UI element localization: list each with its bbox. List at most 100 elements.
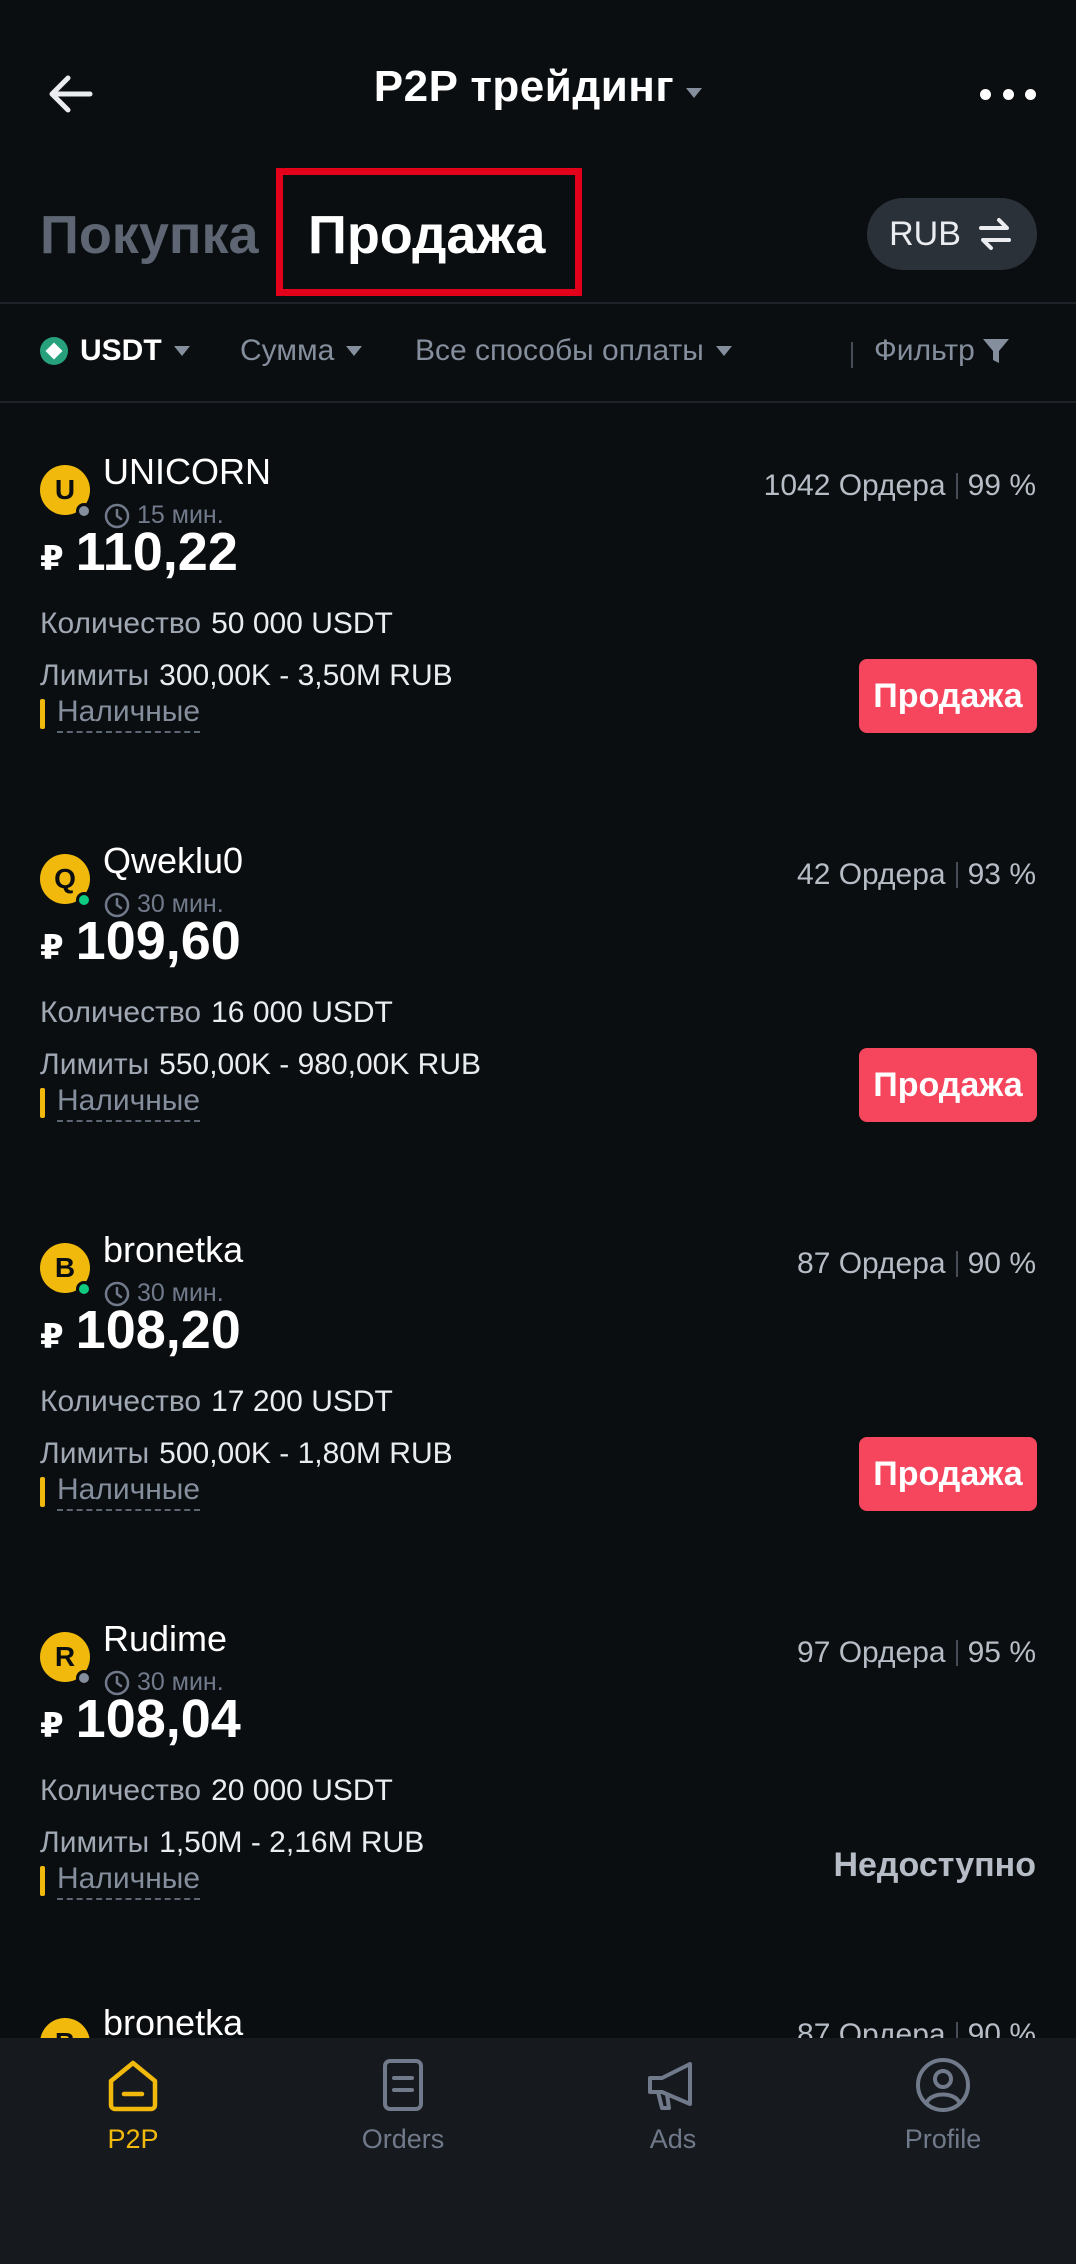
sell-button[interactable]: Продажа [859, 1437, 1037, 1511]
orders-icon [383, 2059, 423, 2111]
chevron-down-icon [346, 346, 363, 356]
quantity-row: Количество 20 000 USDT [40, 1774, 393, 1808]
quantity-label: Количество [40, 996, 202, 1029]
quantity-row: Количество 16 000 USDT [40, 996, 393, 1030]
quantity-value: 16 000 USDT [211, 996, 393, 1029]
limits-label: Лимиты [40, 659, 150, 692]
payment-method-text: Наличные [57, 695, 201, 733]
bottom-navigation: P2P Orders Ads Profile [0, 2038, 1076, 2264]
filter-bar: USDT Сумма Все способы оплаты Фильтр [0, 304, 1076, 402]
online-status-dot [76, 503, 92, 519]
avatar[interactable]: B [40, 2018, 90, 2040]
home-icon [108, 2060, 158, 2112]
order-count: 97 Ордера [797, 1636, 946, 1669]
nav-profile[interactable]: Profile [843, 2054, 1043, 2155]
chevron-down-icon [686, 87, 703, 98]
more-options-icon[interactable] [980, 80, 1036, 108]
ad-item: Q Qweklu0 30 мин. 42 Ордера 93 % ₽ 109,60… [0, 802, 1076, 1191]
limits-value: 500,00K - 1,80M RUB [159, 1437, 453, 1470]
limits-row: Лимиты 500,00K - 1,80M RUB [40, 1437, 453, 1471]
limits-row: Лимиты 300,00K - 3,50M RUB [40, 659, 453, 693]
limits-label: Лимиты [40, 1826, 150, 1859]
amount-selector[interactable]: Сумма [240, 334, 363, 368]
ruble-sign: ₽ [40, 540, 64, 578]
nav-ads[interactable]: Ads [573, 2054, 773, 2155]
app-header: P2P трейдинг [0, 0, 1076, 190]
order-count: 42 Ордера [797, 858, 946, 891]
funnel-icon [982, 339, 1009, 363]
payment-label: Все способы оплаты [415, 334, 704, 367]
payment-method-text: Наличные [57, 1862, 201, 1900]
payment-method: Наличные [40, 1862, 201, 1900]
ruble-sign: ₽ [40, 929, 64, 967]
chevron-down-icon [715, 346, 732, 356]
quantity-value: 20 000 USDT [211, 1774, 393, 1807]
price: 108,04 [75, 1689, 241, 1749]
merchant-name[interactable]: UNICORN [103, 451, 271, 493]
quantity-label: Количество [40, 1774, 202, 1807]
online-status-dot [76, 892, 92, 908]
sell-button[interactable]: Продажа [859, 659, 1037, 733]
fiat-label: RUB [889, 214, 961, 253]
online-status-dot [76, 1281, 92, 1297]
nav-label: Orders [361, 2124, 445, 2154]
quantity-row: Количество 17 200 USDT [40, 1385, 393, 1419]
filter-label: Фильтр [874, 334, 975, 367]
price-row: ₽ 109,60 [40, 910, 241, 972]
limits-row: Лимиты 1,50M - 2,16M RUB [40, 1826, 424, 1860]
payment-method: Наличные [40, 695, 201, 733]
ad-item: R Rudime 30 мин. 97 Ордера 95 % ₽ 108,04 … [0, 1580, 1076, 1969]
divider [0, 401, 1076, 403]
coin-label: USDT [80, 334, 162, 367]
amount-label: Сумма [240, 334, 335, 367]
sell-button[interactable]: Продажа [859, 1048, 1037, 1122]
quantity-label: Количество [40, 607, 202, 640]
completion-rate: 95 % [967, 1636, 1036, 1669]
quantity-value: 50 000 USDT [211, 607, 393, 640]
price: 108,20 [75, 1300, 241, 1360]
title-selector[interactable]: P2P трейдинг [0, 62, 1076, 112]
completion-rate: 99 % [967, 469, 1036, 502]
unavailable-status: Недоступно [833, 1846, 1036, 1884]
merchant-name[interactable]: bronetka [103, 2002, 243, 2040]
swap-icon [978, 218, 1011, 250]
tab-sell[interactable]: Продажа [308, 204, 545, 266]
megaphone-icon [648, 2062, 692, 2110]
chevron-down-icon [173, 346, 190, 356]
merchant-name[interactable]: Rudime [103, 1618, 227, 1660]
order-count: 87 Ордера [797, 1247, 946, 1280]
quantity-row: Количество 50 000 USDT [40, 607, 393, 641]
fiat-switch-button[interactable]: RUB [867, 198, 1037, 270]
merchant-name[interactable]: Qweklu0 [103, 840, 243, 882]
ad-item-partial: B bronetka 87 Ордера 90 % [0, 1990, 1076, 2040]
nav-label: Ads [649, 2124, 697, 2154]
price-row: ₽ 108,20 [40, 1299, 241, 1361]
tab-buy[interactable]: Покупка [40, 204, 259, 266]
ad-item: B bronetka 30 мин. 87 Ордера 90 % ₽ 108,2… [0, 1191, 1076, 1580]
page-title: P2P трейдинг [373, 62, 675, 111]
order-count: 1042 Ордера [763, 469, 946, 502]
merchant-stats: 87 Ордера 90 % [797, 2018, 1036, 2040]
online-status-dot [76, 1670, 92, 1686]
merchant-stats: 42 Ордера 93 % [797, 858, 1036, 892]
merchant-stats: 1042 Ордера 99 % [764, 469, 1036, 503]
ruble-sign: ₽ [40, 1707, 64, 1745]
merchant-stats: 97 Ордера 95 % [797, 1636, 1036, 1670]
limits-value: 1,50M - 2,16M RUB [159, 1826, 425, 1859]
profile-icon [916, 2058, 970, 2112]
payment-method-selector[interactable]: Все способы оплаты [415, 334, 732, 368]
nav-p2p[interactable]: P2P [33, 2054, 233, 2155]
limits-label: Лимиты [40, 1437, 150, 1470]
completion-rate: 90 % [967, 2018, 1036, 2040]
limits-value: 300,00K - 3,50M RUB [159, 659, 453, 692]
filter-button[interactable]: Фильтр [874, 334, 1011, 368]
limits-row: Лимиты 550,00K - 980,00K RUB [40, 1048, 481, 1082]
quantity-value: 17 200 USDT [211, 1385, 393, 1418]
price: 110,22 [75, 522, 238, 582]
order-count: 87 Ордера [797, 2018, 946, 2040]
merchant-name[interactable]: bronetka [103, 1229, 243, 1271]
coin-selector[interactable]: USDT [40, 334, 190, 368]
nav-orders[interactable]: Orders [303, 2054, 503, 2155]
nav-label: Profile [904, 2124, 982, 2154]
limits-label: Лимиты [40, 1048, 150, 1081]
